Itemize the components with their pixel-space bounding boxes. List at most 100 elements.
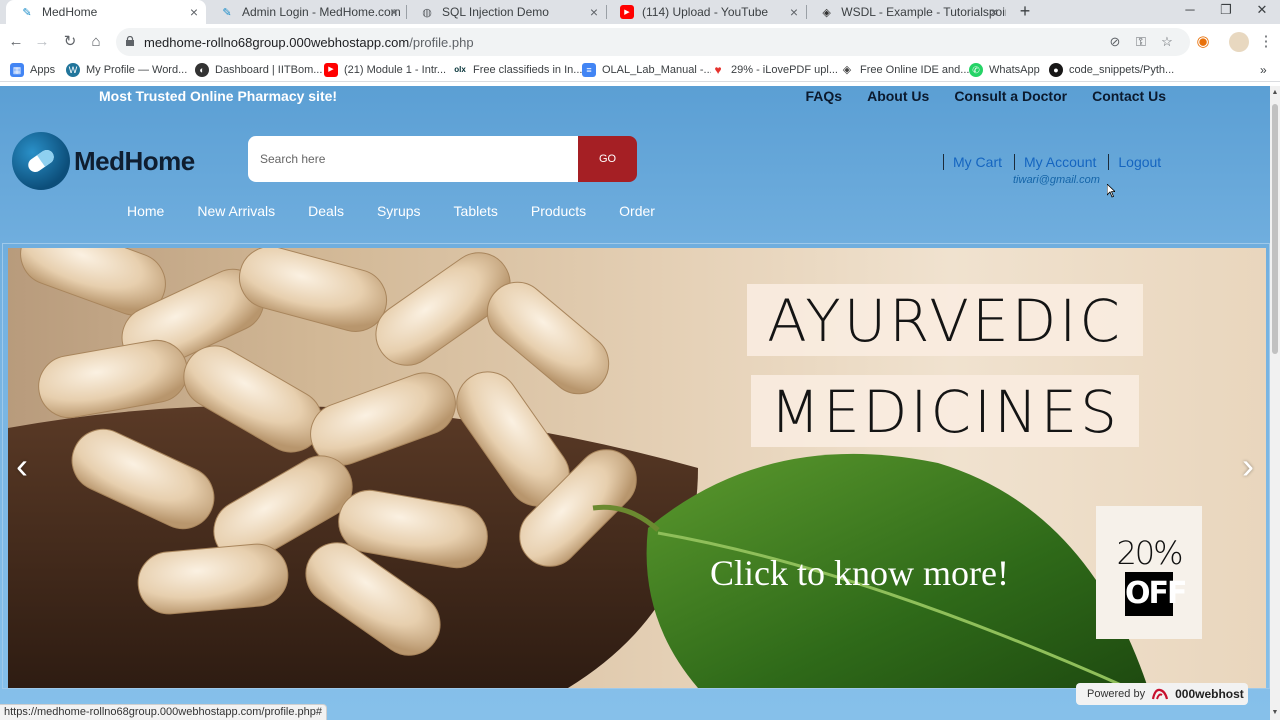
about-us-link[interactable]: About Us <box>867 88 929 104</box>
close-window-icon[interactable]: ✕ <box>1242 0 1280 22</box>
my-cart-link[interactable]: My Cart <box>943 154 1011 170</box>
discount-percent: 20% <box>1116 534 1183 572</box>
main-nav: Home New Arrivals Deals Syrups Tablets P… <box>127 203 688 219</box>
nav-syrups[interactable]: Syrups <box>377 203 421 219</box>
new-tab-button[interactable]: + <box>1014 0 1036 22</box>
scrollbar-thumb[interactable] <box>1272 104 1278 354</box>
contact-us-link[interactable]: Contact Us <box>1092 88 1166 104</box>
status-bar-url: https://medhome-rollno68group.000webhost… <box>0 704 327 720</box>
bookmark-label: Apps <box>30 64 56 76</box>
search-go-button[interactable]: GO <box>578 136 637 182</box>
tab-medhome[interactable]: ✎ MedHome × <box>6 0 206 24</box>
nav-deals[interactable]: Deals <box>308 203 344 219</box>
tab-title: (114) Upload - YouTube <box>642 5 769 19</box>
banner-carousel[interactable]: AYURVEDIC MEDICINES Click to know more! … <box>2 243 1270 689</box>
url-path: /profile.php <box>409 35 474 50</box>
key-icon[interactable]: ⚿ <box>1132 33 1150 51</box>
lock-icon <box>126 36 134 46</box>
url-host: medhome-rollno68group.000webhostapp.com <box>144 35 410 50</box>
scroll-up-icon[interactable]: ▲ <box>1270 88 1280 98</box>
close-tab-icon[interactable]: × <box>190 4 198 20</box>
extension-icon[interactable]: ◉ <box>1193 32 1213 52</box>
carousel-prev-icon[interactable]: ‹ <box>10 448 34 484</box>
faqs-link[interactable]: FAQs <box>806 88 843 104</box>
scroll-down-icon[interactable]: ▼ <box>1270 708 1280 718</box>
bookmark-olx[interactable]: olx Free classifieds in In... <box>453 63 582 77</box>
logout-link[interactable]: Logout <box>1108 154 1170 170</box>
nav-products[interactable]: Products <box>531 203 586 219</box>
discount-off-label: OFF <box>1125 572 1188 616</box>
back-icon[interactable]: ← <box>6 32 26 52</box>
site-logo[interactable]: MedHome <box>12 132 195 190</box>
whatsapp-icon: ✆ <box>969 63 983 77</box>
bookmark-label: Free Online IDE and... <box>860 64 970 76</box>
logo-text: MedHome <box>74 145 195 176</box>
reload-icon[interactable]: ↻ <box>60 32 80 52</box>
bookmark-label: My Profile — Word... <box>86 64 188 76</box>
bookmark-label: OLAL_Lab_Manual -... <box>602 64 713 76</box>
bookmark-ilovepdf[interactable]: ♥ 29% - iLovePDF upl... <box>711 63 838 77</box>
powered-by-badge[interactable]: Powered by 000webhost <box>1076 683 1248 705</box>
close-tab-icon[interactable]: × <box>590 4 598 20</box>
mouse-cursor-icon <box>1107 184 1115 198</box>
blocked-icon[interactable]: ⊘ <box>1106 33 1124 51</box>
url-text: medhome-rollno68group.000webhostapp.com/… <box>144 35 474 50</box>
bookmark-module[interactable]: ▶ (21) Module 1 - Intr... <box>324 63 446 77</box>
banner-headline-line2: MEDICINES <box>751 375 1139 447</box>
bookmarks-overflow-icon[interactable]: » <box>1260 63 1267 77</box>
nav-order[interactable]: Order <box>619 203 655 219</box>
bookmark-github[interactable]: ● code_snippets/Pyth... <box>1049 63 1174 77</box>
site-tagline: Most Trusted Online Pharmacy site! <box>99 88 338 104</box>
bookmark-dashboard[interactable]: ◐ Dashboard | IITBom... <box>195 63 322 77</box>
bookmark-my-profile[interactable]: W My Profile — Word... <box>66 63 187 77</box>
home-icon[interactable]: ⌂ <box>86 32 106 52</box>
top-links: FAQs About Us Consult a Doctor Contact U… <box>806 88 1166 104</box>
bookmark-label: Free classifieds in In... <box>473 64 583 76</box>
banner-cta-link[interactable]: Click to know more! <box>710 552 1009 594</box>
wordpress-icon: W <box>66 63 80 77</box>
bookmark-online-ide[interactable]: ◈ Free Online IDE and... <box>840 63 969 77</box>
banner-slide[interactable]: AYURVEDIC MEDICINES Click to know more! … <box>8 248 1266 688</box>
bookmark-apps[interactable]: ▦ Apps <box>10 63 55 77</box>
github-icon: ● <box>1049 63 1063 77</box>
page-scrollbar[interactable]: ▲ ▼ <box>1270 86 1280 720</box>
tab-tutorialspoint[interactable]: ◈ WSDL - Example - Tutorialspoint × <box>806 0 1006 24</box>
discount-badge: 20% OFF <box>1096 506 1202 639</box>
close-tab-icon[interactable]: × <box>790 4 798 20</box>
address-bar[interactable]: medhome-rollno68group.000webhostapp.com/… <box>116 28 1190 56</box>
tab-youtube[interactable]: ▶ (114) Upload - YouTube × <box>606 0 806 24</box>
star-icon[interactable]: ☆ <box>1158 33 1176 51</box>
apps-icon: ▦ <box>10 63 24 77</box>
dashboard-icon: ◐ <box>195 63 209 77</box>
close-tab-icon[interactable]: × <box>390 4 398 20</box>
nav-new-arrivals[interactable]: New Arrivals <box>197 203 275 219</box>
nav-tablets[interactable]: Tablets <box>454 203 498 219</box>
bookmark-label: (21) Module 1 - Intr... <box>344 64 447 76</box>
search-bar: GO <box>248 136 637 182</box>
youtube-icon: ▶ <box>324 63 338 77</box>
ide-icon: ◈ <box>840 63 854 77</box>
search-input[interactable] <box>248 136 580 182</box>
ilovepdf-icon: ♥ <box>711 63 725 77</box>
consult-doctor-link[interactable]: Consult a Doctor <box>954 88 1067 104</box>
tab-sql-injection[interactable]: ◍ SQL Injection Demo × <box>406 0 606 24</box>
close-tab-icon[interactable]: × <box>990 4 998 20</box>
tab-title: Admin Login - MedHome.com <box>242 5 401 19</box>
my-account-link[interactable]: My Account <box>1014 154 1105 170</box>
bookmark-lab-manual[interactable]: ≡ OLAL_Lab_Manual -... <box>582 63 713 77</box>
maximize-icon[interactable]: ❐ <box>1206 0 1246 22</box>
000webhost-logo-icon <box>1152 688 1169 700</box>
carousel-next-icon[interactable]: › <box>1236 448 1260 484</box>
forward-icon[interactable]: → <box>32 32 52 52</box>
menu-kebab-icon[interactable]: ⋮ <box>1256 32 1276 52</box>
profile-avatar-icon[interactable] <box>1229 32 1249 52</box>
banner-headline-line1: AYURVEDIC <box>747 284 1143 356</box>
nav-home[interactable]: Home <box>127 203 164 219</box>
tab-admin-login[interactable]: ✎ Admin Login - MedHome.com × <box>206 0 406 24</box>
bookmark-label: code_snippets/Pyth... <box>1069 64 1175 76</box>
bookmark-whatsapp[interactable]: ✆ WhatsApp <box>969 63 1040 77</box>
medhome-favicon-icon: ✎ <box>22 6 32 19</box>
minimize-icon[interactable]: ─ <box>1170 0 1210 22</box>
olx-icon: olx <box>453 63 467 77</box>
medhome-favicon-icon: ✎ <box>222 6 232 19</box>
